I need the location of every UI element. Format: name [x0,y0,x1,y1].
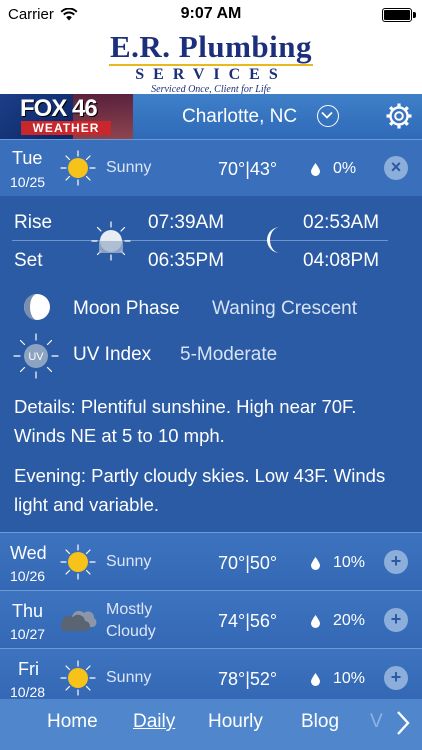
forecast-row[interactable]: Thu 10/27 Mostly Cloudy 74°|56° 20% + [0,590,422,648]
moon-phase-label: Moon Phase [73,298,180,319]
expand-button[interactable]: + [384,666,408,690]
nav-video-partial[interactable]: V [370,711,383,733]
status-bar: Carrier 9:07 AM [0,0,422,28]
moon-phase-value: Waning Crescent [212,298,358,319]
forecast-row[interactable]: Wed 10/26 Sunny 70°|50° 10% + [0,532,422,590]
day-details-text: Details: Plentiful sunshine. High near 7… [14,396,357,446]
today-summary-row[interactable]: Tue 10/25 Sunny 70°|43° 0% × [0,139,422,196]
sun-icon [60,544,96,580]
forecast-day: Thu [12,601,44,621]
chevron-down-icon [321,111,333,119]
uv-index-icon: UV [13,333,59,379]
forecast-temps: 70°|50° [218,553,278,573]
expand-button[interactable]: + [384,608,408,632]
moonrise-time: 02:53AM [303,212,380,233]
collapse-button[interactable]: × [384,156,408,180]
forecast-precip: 20% [333,612,366,629]
horizon-line [12,240,388,241]
expand-button[interactable]: + [384,550,408,574]
sponsor-subtitle: SERVICES [135,66,287,83]
forecast-day: Fri [18,659,39,679]
nav-hourly[interactable]: Hourly [208,711,263,733]
nav-blog[interactable]: Blog [301,711,339,733]
day-details-panel: Rise Set 07:39AM 06:35PM 02:53AM 04:08PM… [0,196,422,532]
sunrise-time: 07:39AM [148,212,225,233]
forecast-condition-line2: Cloudy [106,623,156,640]
forecast-precip: 10% [333,554,366,571]
forecast-temps: 78°|52° [218,669,278,689]
forecast-date: 10/26 [10,568,46,584]
moonset-time: 04:08PM [303,250,380,271]
sun-horizon-icon [91,221,131,261]
nav-home[interactable]: Home [47,711,98,733]
sponsor-name: E.R. Plumbing [109,29,313,64]
uv-icon-text: UV [28,351,44,363]
forecast-temps: 74°|56° [218,611,278,631]
uv-index-value: 5-Moderate [180,344,278,365]
today-date: 10/25 [10,174,46,190]
sun-icon [60,660,96,696]
logo-weather-text: WEATHER [21,121,111,135]
forecast-condition: Sunny [106,553,152,570]
forecast-day: Wed [10,543,47,563]
bottom-nav: Home Daily Hourly Blog V [0,699,422,750]
station-logo: FOX 46 WEATHER [0,94,133,139]
forecast-row[interactable]: Fri 10/28 Sunny 78°|52° 10% + [0,648,422,700]
battery-icon [382,8,416,22]
location-dropdown-button[interactable] [317,105,339,127]
logo-fox-text: FOX 46 [20,95,98,122]
forecast-condition-line1: Mostly [106,601,153,618]
moon-phase-icon [24,294,50,320]
raindrop-icon [311,163,320,176]
raindrop-icon [311,557,320,570]
status-time: 9:07 AM [180,5,242,22]
uv-index-label: UV Index [73,344,152,365]
today-condition: Sunny [106,159,152,176]
cloud-icon [60,610,97,631]
sponsor-banner[interactable]: E.R. Plumbing SERVICES Serviced Once, Cl… [0,28,422,95]
set-label: Set [14,250,43,271]
raindrop-icon [311,673,320,686]
today-day: Tue [12,148,43,168]
sunset-time: 06:35PM [148,250,225,271]
forecast-precip: 10% [333,670,366,687]
forecast-condition: Sunny [106,669,152,686]
location-name[interactable]: Charlotte, NC [182,106,297,128]
rise-label: Rise [14,212,53,233]
raindrop-icon [311,615,320,628]
nav-daily[interactable]: Daily [133,711,175,733]
chevron-right-icon[interactable] [394,709,412,737]
moon-icon [267,227,280,253]
evening-details-text: Evening: Partly cloudy skies. Low 43F. W… [14,465,386,515]
today-precip: 0% [333,160,357,177]
sun-icon [60,150,96,186]
forecast-date: 10/27 [10,626,46,642]
forecast-date: 10/28 [10,684,46,700]
location-bar: FOX 46 WEATHER Charlotte, NC [0,94,422,139]
today-temps: 70°|43° [218,159,278,179]
settings-gear-icon[interactable] [385,102,413,130]
